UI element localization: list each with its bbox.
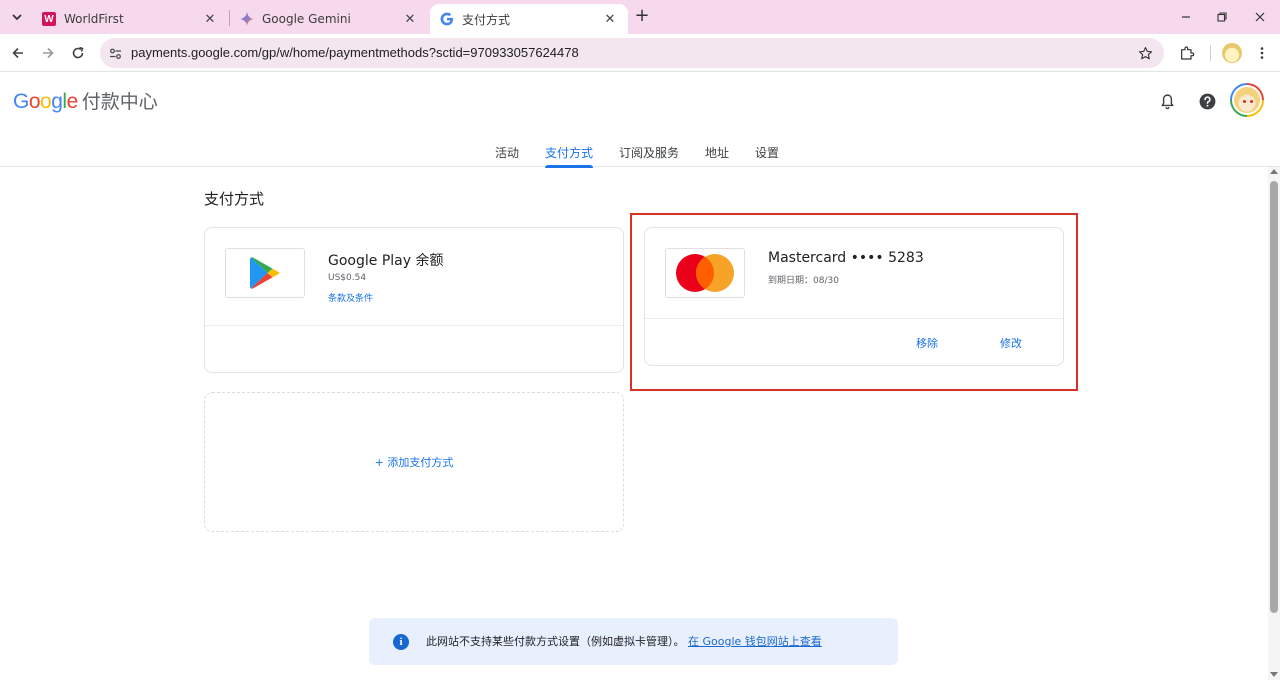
notifications-button[interactable] bbox=[1156, 90, 1178, 112]
google-g-icon bbox=[440, 12, 454, 26]
arrow-left-icon bbox=[12, 47, 23, 59]
more-vertical-icon bbox=[1260, 47, 1264, 59]
close-icon[interactable]: ✕ bbox=[402, 11, 418, 27]
forward-button[interactable] bbox=[37, 42, 59, 64]
add-payment-method-card[interactable]: + 添加支付方式 bbox=[204, 392, 624, 532]
browser-toolbar: payments.google.com/gp/w/home/paymentmet… bbox=[0, 34, 1280, 72]
star-icon bbox=[1138, 46, 1152, 59]
tab-settings[interactable]: 设置 bbox=[755, 144, 779, 166]
payment-method-name: Google Play 余额 bbox=[328, 253, 444, 269]
tab-addresses[interactable]: 地址 bbox=[705, 144, 729, 166]
page-scrollbar[interactable] bbox=[1268, 167, 1280, 680]
tune-icon bbox=[109, 48, 121, 59]
payment-method-card-google-play[interactable]: Google Play 余额 US$0.54 条款及条件 bbox=[204, 227, 624, 373]
help-button[interactable] bbox=[1196, 90, 1218, 112]
product-name: 付款中心 bbox=[81, 91, 158, 113]
url-text[interactable]: payments.google.com/gp/w/home/paymentmet… bbox=[131, 45, 579, 60]
highlight-annotation bbox=[630, 213, 1078, 391]
restore-button[interactable] bbox=[1213, 8, 1231, 26]
tab-google-gemini[interactable]: Google Gemini ✕ bbox=[230, 4, 428, 34]
google-wallet-link[interactable]: 在 Google 钱包网站上查看 bbox=[688, 635, 822, 648]
banner-text: 此网站不支持某些付款方式设置（例如虚拟卡管理）。 bbox=[426, 635, 685, 648]
app-header: Google 付款中心 活动 支付方式 订阅及服务 地址 设置 bbox=[0, 72, 1280, 168]
restore-icon bbox=[1217, 12, 1227, 22]
bookmark-button[interactable] bbox=[1136, 44, 1154, 62]
close-icon[interactable]: ✕ bbox=[202, 11, 218, 27]
back-button[interactable] bbox=[7, 42, 29, 64]
bell-icon bbox=[1160, 93, 1174, 109]
google-play-icon bbox=[250, 257, 280, 289]
tab-title: Google Gemini bbox=[262, 12, 351, 26]
close-icon[interactable]: ✕ bbox=[602, 11, 618, 27]
tab-subscriptions[interactable]: 订阅及服务 bbox=[619, 144, 679, 166]
scroll-down-arrow-icon[interactable] bbox=[1270, 672, 1278, 677]
avatar-image bbox=[1234, 87, 1260, 113]
address-bar[interactable]: payments.google.com/gp/w/home/paymentmet… bbox=[100, 38, 1164, 68]
chevron-down-icon bbox=[12, 14, 22, 21]
browser-tab-strip: W WorldFirst ✕ Google Gemini ✕ 支付方式 ✕ + bbox=[0, 0, 1280, 34]
tab-payment-methods[interactable]: 支付方式 bbox=[545, 144, 594, 168]
reload-icon bbox=[72, 46, 84, 59]
terms-link[interactable]: 条款及条件 bbox=[328, 291, 373, 304]
info-banner: i 此网站不支持某些付款方式设置（例如虚拟卡管理）。 在 Google 钱包网站… bbox=[369, 618, 898, 665]
reload-button[interactable] bbox=[67, 42, 89, 64]
profile-avatar-mini[interactable] bbox=[1222, 43, 1242, 63]
banner-message: 此网站不支持某些付款方式设置（例如虚拟卡管理）。 在 Google 钱包网站上查… bbox=[426, 633, 822, 649]
help-icon bbox=[1199, 93, 1215, 109]
google-payments-logo[interactable]: Google 付款中心 bbox=[13, 87, 158, 114]
tab-title: WorldFirst bbox=[64, 12, 124, 26]
add-payment-method-button[interactable]: + 添加支付方式 bbox=[375, 454, 454, 470]
card-divider bbox=[205, 325, 623, 326]
info-icon: i bbox=[393, 634, 409, 650]
puzzle-icon bbox=[1181, 46, 1195, 60]
gemini-icon bbox=[240, 12, 254, 26]
new-tab-button[interactable]: + bbox=[632, 7, 652, 27]
browser-menu-button[interactable] bbox=[1252, 43, 1272, 63]
scroll-thumb[interactable] bbox=[1270, 181, 1278, 613]
scroll-up-arrow-icon[interactable] bbox=[1270, 169, 1278, 174]
worldfirst-logo-icon: W bbox=[42, 12, 56, 26]
extensions-button[interactable] bbox=[1177, 43, 1197, 63]
tab-worldfirst[interactable]: W WorldFirst ✕ bbox=[32, 4, 228, 34]
avatar-ring bbox=[1232, 85, 1262, 115]
minimize-icon bbox=[1182, 16, 1190, 18]
tab-payment-methods[interactable]: 支付方式 ✕ bbox=[430, 4, 628, 34]
tab-title: 支付方式 bbox=[462, 12, 511, 27]
window-close-button[interactable] bbox=[1251, 8, 1269, 26]
toolbar-divider bbox=[1210, 45, 1211, 61]
close-icon bbox=[1255, 12, 1265, 22]
page-title: 支付方式 bbox=[204, 190, 265, 208]
tab-activity[interactable]: 活动 bbox=[495, 144, 519, 166]
payment-logo-box bbox=[225, 248, 305, 298]
minimize-button[interactable] bbox=[1177, 8, 1195, 26]
balance-amount: US$0.54 bbox=[328, 273, 367, 283]
account-avatar[interactable] bbox=[1230, 83, 1264, 117]
site-info-button[interactable] bbox=[106, 44, 124, 62]
arrow-right-icon bbox=[43, 47, 54, 59]
tab-search-button[interactable] bbox=[6, 6, 28, 28]
google-wordmark: Google bbox=[13, 90, 78, 113]
